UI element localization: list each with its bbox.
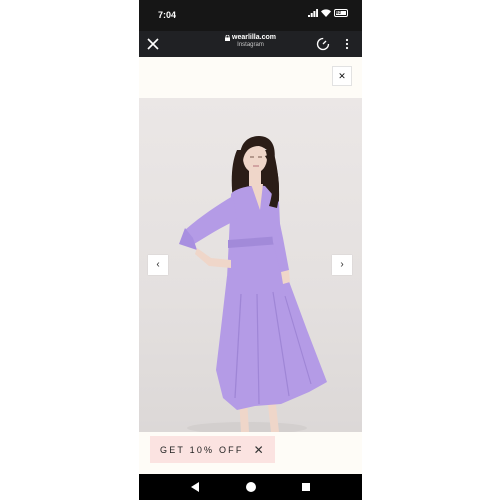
lock-icon	[225, 34, 231, 41]
custom-tab-toolbar: wearlilla.com Instagram	[139, 31, 362, 57]
url-display[interactable]: wearlilla.com Instagram	[189, 34, 312, 48]
nav-recent-icon[interactable]	[302, 483, 310, 491]
model-in-lilac-dress-image	[179, 136, 327, 432]
status-bar: 7:04 92	[139, 0, 362, 31]
modal-close-button[interactable]: ✕	[332, 66, 352, 86]
status-time: 7:04	[158, 10, 177, 20]
close-icon	[147, 38, 159, 50]
promo-banner[interactable]: GET 10% OFF ✕	[150, 436, 275, 463]
promo-text: GET 10% OFF	[160, 444, 244, 455]
carousel-next-button[interactable]: ›	[332, 255, 352, 275]
url-domain-row: wearlilla.com	[189, 34, 312, 41]
close-tab-button[interactable]	[146, 37, 160, 51]
signal-icon	[308, 9, 318, 17]
promo-dismiss-button[interactable]: ✕	[254, 444, 264, 456]
more-options-button[interactable]	[344, 37, 350, 51]
promo-strip: GET 10% OFF ✕	[139, 432, 362, 474]
speed-button[interactable]	[316, 37, 330, 51]
nav-back-icon[interactable]	[191, 482, 200, 492]
phone-screen: 7:04 92 wearlilla.com Instagram ✕ ‹ › GE…	[139, 0, 362, 500]
carousel-prev-button[interactable]: ‹	[148, 255, 168, 275]
more-vert-icon	[345, 38, 349, 50]
url-subtitle: Instagram	[237, 42, 264, 48]
product-photo	[139, 98, 362, 432]
wifi-icon	[321, 9, 331, 17]
battery-icon: 92	[334, 9, 348, 17]
speed-icon	[316, 37, 330, 51]
url-domain: wearlilla.com	[232, 34, 276, 41]
android-nav-bar	[139, 474, 362, 500]
status-icons: 92	[308, 9, 348, 17]
battery-level: 92	[336, 10, 342, 15]
modal-header: ✕	[139, 57, 362, 98]
nav-home-icon[interactable]	[246, 482, 256, 492]
